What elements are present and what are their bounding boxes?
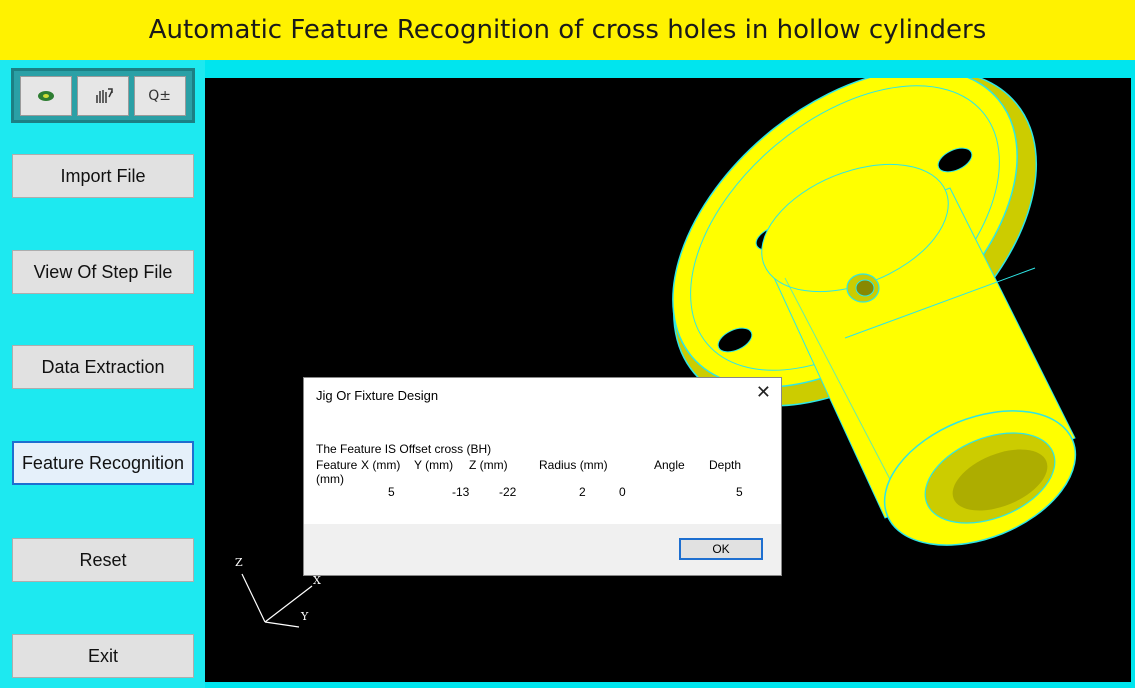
value-radius: 2 xyxy=(579,485,586,499)
view-step-file-button[interactable]: View Of Step File xyxy=(12,250,194,294)
header-y: Y (mm) xyxy=(414,458,454,472)
value-depth: 5 xyxy=(736,485,743,499)
dialog-title: Jig Or Fixture Design xyxy=(316,388,439,403)
jig-fixture-dialog: Jig Or Fixture Design ✕ The Feature IS O… xyxy=(303,377,782,576)
feature-recognition-button[interactable]: Feature Recognition xyxy=(12,441,194,485)
exit-button[interactable]: Exit xyxy=(12,634,194,678)
z-axis-label: Z xyxy=(235,556,243,569)
import-file-button[interactable]: Import File xyxy=(12,154,194,198)
value-y: -13 xyxy=(452,485,470,499)
rotate-button[interactable] xyxy=(20,75,73,116)
value-angle: 0 xyxy=(619,485,626,499)
value-z: -22 xyxy=(499,485,517,499)
pan-hand-icon xyxy=(96,87,113,103)
value-x: 5 xyxy=(388,485,395,499)
zoom-in-icon: Q± xyxy=(148,87,172,104)
header-angle: Angle xyxy=(654,458,685,472)
dialog-footer: OK xyxy=(304,524,781,575)
app-title: Automatic Feature Recognition of cross h… xyxy=(148,15,987,45)
header-feature: Feature xyxy=(316,458,358,472)
app-title-bar: Automatic Feature Recognition of cross h… xyxy=(0,0,1135,60)
ok-button[interactable]: OK xyxy=(679,538,763,560)
header-z: Z (mm) xyxy=(469,458,508,472)
zoom-button[interactable]: Q± xyxy=(133,75,186,116)
close-icon[interactable]: ✕ xyxy=(756,382,771,403)
pan-button[interactable] xyxy=(76,75,129,116)
header-radius: Radius (mm) xyxy=(539,458,608,472)
y-axis-label: Y xyxy=(301,610,309,623)
feature-message: The Feature IS Offset cross (BH) xyxy=(316,442,492,456)
rotate-icon xyxy=(38,90,55,101)
header-depth: Depth xyxy=(709,458,742,472)
reset-button[interactable]: Reset xyxy=(12,538,194,582)
header-x: X (mm) xyxy=(361,458,401,472)
view-toolbar: Q± xyxy=(11,68,195,123)
header-feature-unit: (mm) xyxy=(316,472,344,486)
data-extraction-button[interactable]: Data Extraction xyxy=(12,345,194,389)
